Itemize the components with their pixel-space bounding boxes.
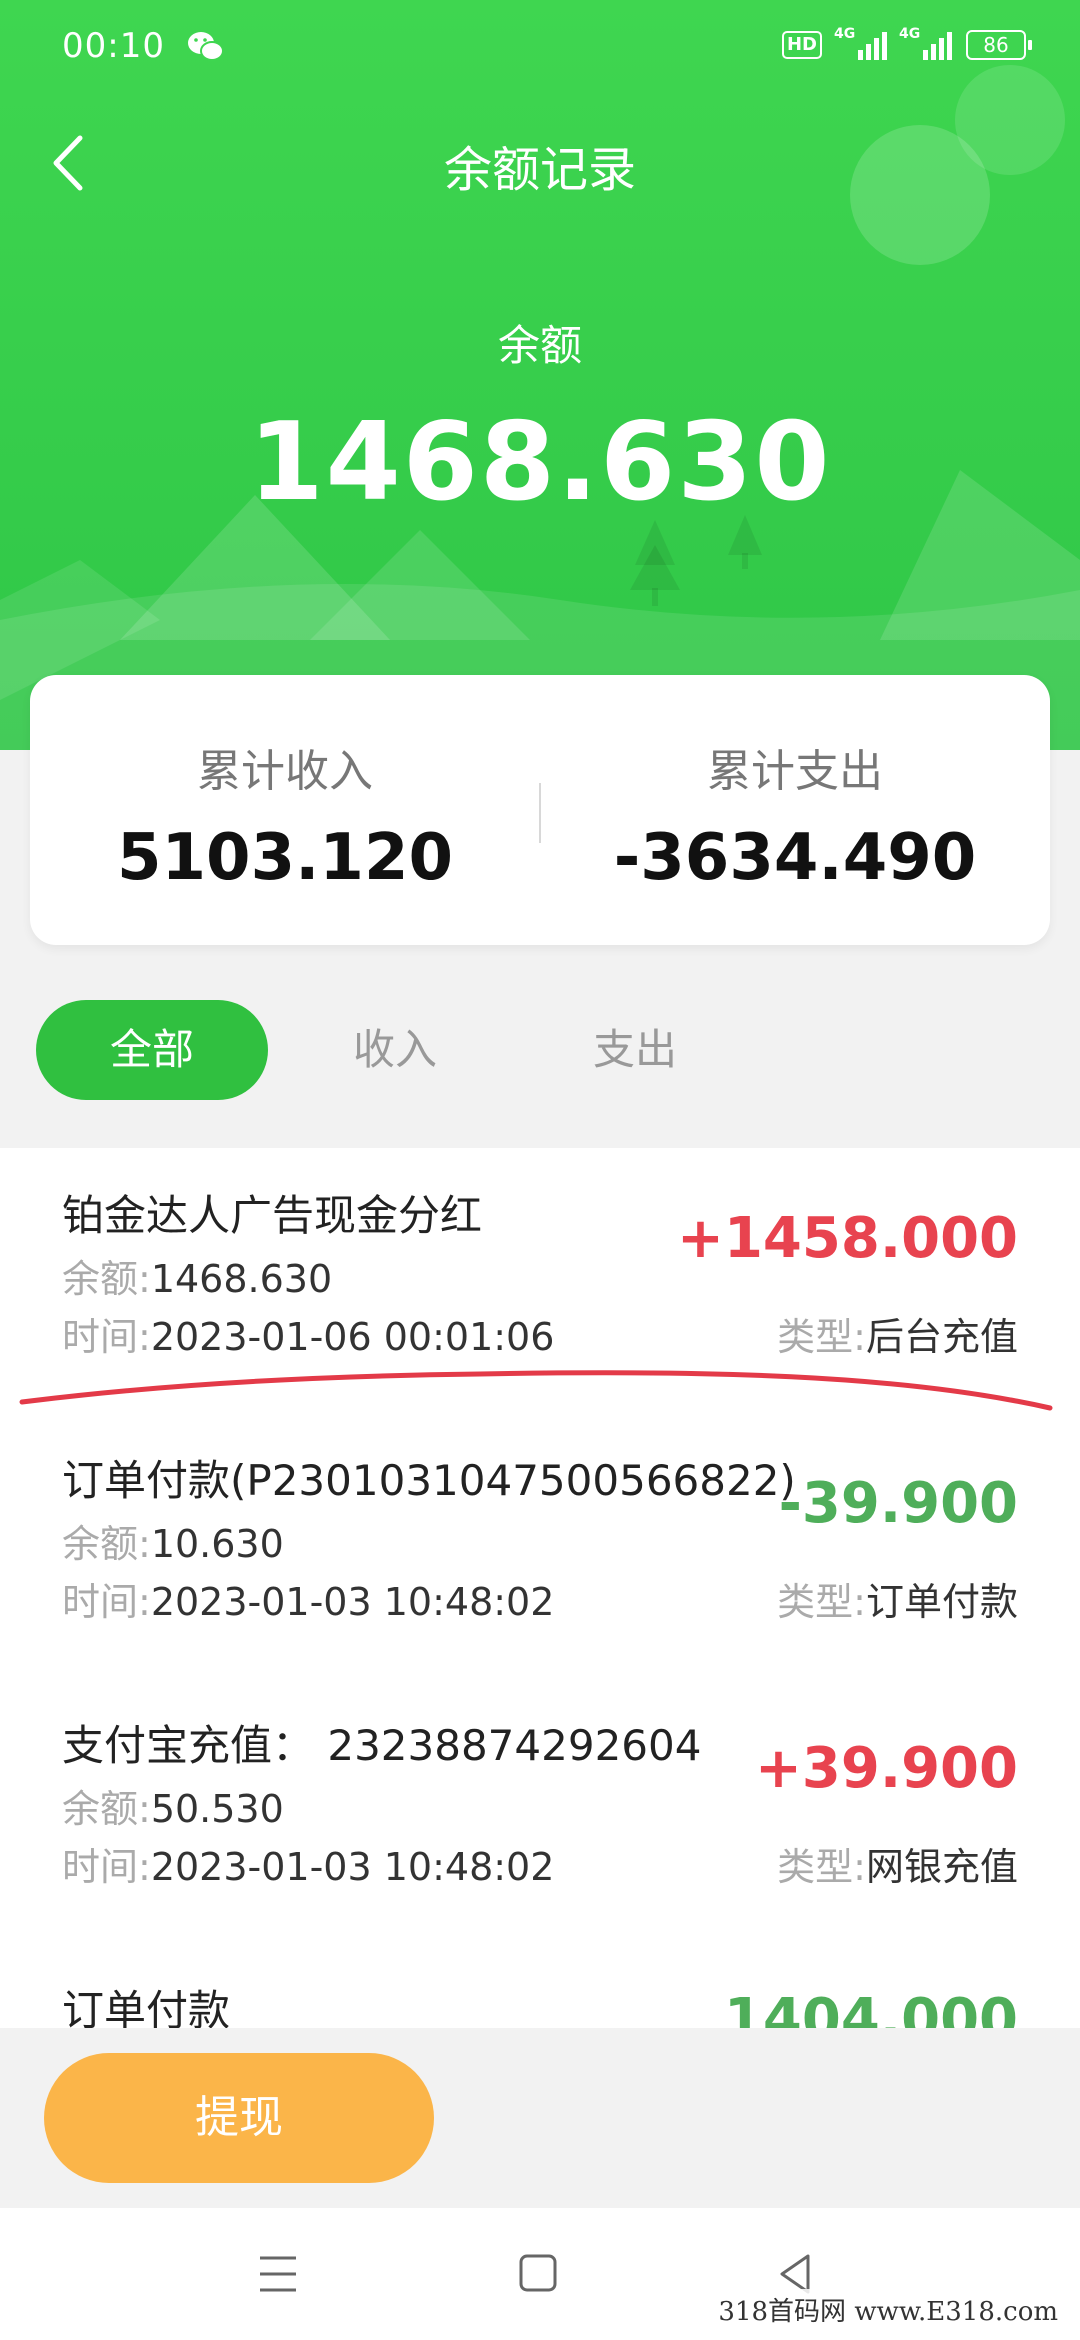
record-balance: 余额:1468.630 bbox=[62, 1257, 333, 1301]
signal-icon: 4G bbox=[834, 26, 887, 60]
list-item[interactable]: 订单付款(P2301031047500566822) 余额:10.630 时间:… bbox=[0, 1413, 1080, 1673]
battery-icon: 86 bbox=[966, 30, 1032, 60]
record-balance: 余额:50.530 bbox=[62, 1787, 284, 1831]
watermark-text: 318首码网 www.E318.com bbox=[712, 2289, 1064, 2330]
hd-icon: HD bbox=[781, 31, 822, 59]
record-type: 类型:网银充值 bbox=[777, 1845, 1018, 1889]
record-amount: +1458.000 bbox=[677, 1206, 1018, 1271]
record-amount: -39.900 bbox=[778, 1471, 1018, 1536]
status-bar: 00:10 HD 4G 4G 86 bbox=[0, 0, 1080, 96]
record-title: 订单付款 bbox=[62, 1986, 231, 2028]
record-title: 支付宝充值： 23238874292604 bbox=[62, 1721, 702, 1770]
bottom-action-bar: 提现 bbox=[0, 2028, 1080, 2208]
mountain-scenery bbox=[0, 65, 1080, 750]
record-time: 时间:2023-01-06 00:01:06 bbox=[62, 1315, 555, 1359]
tab-expense[interactable]: 支出 bbox=[560, 1000, 710, 1100]
expense-summary: 累计支出 -3634.490 bbox=[540, 675, 1050, 945]
expense-value: -3634.490 bbox=[613, 821, 977, 895]
record-amount: 1404.000 bbox=[723, 1987, 1018, 2028]
expense-label: 累计支出 bbox=[707, 746, 883, 797]
balance-value: 1468.630 bbox=[248, 400, 832, 525]
balance-label: 余额 bbox=[497, 321, 582, 370]
record-amount: +39.900 bbox=[754, 1736, 1018, 1801]
tab-all[interactable]: 全部 bbox=[36, 1000, 268, 1100]
summary-card: 累计收入 5103.120 累计支出 -3634.490 bbox=[30, 675, 1050, 945]
wechat-icon bbox=[188, 32, 224, 61]
red-underline-annotation bbox=[19, 1370, 1053, 1411]
menu-icon[interactable] bbox=[256, 2248, 300, 2300]
record-list: 铂金达人广告现金分红 余额:1468.630 时间:2023-01-06 00:… bbox=[0, 1148, 1080, 2028]
tab-income[interactable]: 收入 bbox=[320, 1000, 470, 1100]
income-summary: 累计收入 5103.120 bbox=[30, 675, 540, 945]
income-value: 5103.120 bbox=[116, 821, 454, 895]
status-time: 00:10 bbox=[62, 26, 165, 66]
filter-tabs: 全部 收入 支出 bbox=[0, 1000, 1080, 1100]
record-title: 订单付款(P2301031047500566822) bbox=[62, 1456, 796, 1505]
header-banner: 00:10 HD 4G 4G 86 余额记录 余额 1468.630 bbox=[0, 0, 1080, 750]
status-indicators: HD 4G 4G 86 bbox=[781, 26, 1032, 60]
income-label: 累计收入 bbox=[197, 746, 373, 797]
record-type: 类型:后台充值 bbox=[777, 1315, 1018, 1359]
record-balance: 余额:10.630 bbox=[62, 1522, 284, 1566]
battery-level: 86 bbox=[966, 30, 1026, 60]
record-title: 铂金达人广告现金分红 bbox=[62, 1191, 483, 1240]
list-item[interactable]: 订单付款 1404.000 bbox=[0, 1943, 1080, 2028]
signal-icon-2: 4G bbox=[899, 26, 952, 60]
record-time: 时间:2023-01-03 10:48:02 bbox=[62, 1845, 555, 1889]
system-nav-bar: 318首码网 www.E318.com bbox=[0, 2208, 1080, 2340]
withdraw-button[interactable]: 提现 bbox=[44, 2053, 434, 2183]
list-item[interactable]: 支付宝充值： 23238874292604 余额:50.530 时间:2023-… bbox=[0, 1678, 1080, 1938]
record-type: 类型:订单付款 bbox=[777, 1580, 1018, 1624]
page-title: 余额记录 bbox=[443, 142, 636, 198]
home-icon[interactable] bbox=[516, 2248, 560, 2300]
record-time: 时间:2023-01-03 10:48:02 bbox=[62, 1580, 555, 1624]
